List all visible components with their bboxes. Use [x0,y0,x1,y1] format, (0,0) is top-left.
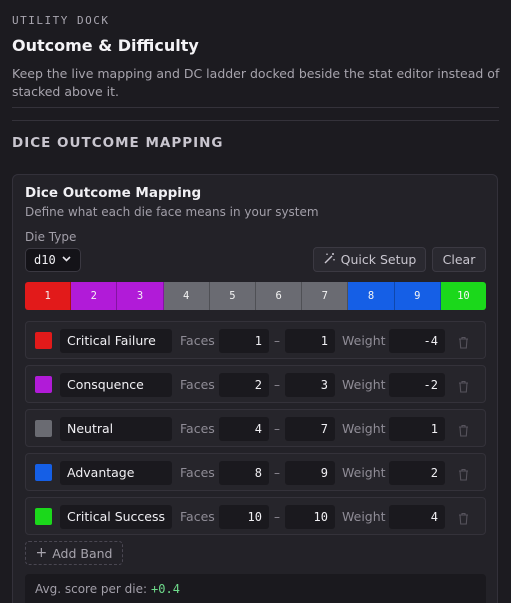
eyebrow-label: UTILITY DOCK [12,14,110,27]
header-divider [12,107,499,108]
range-separator: – [274,422,280,436]
trash-icon[interactable] [458,510,469,529]
outcome-band-row: Advantage Faces 8 – 9 Weight 2 [25,453,486,491]
weight-label: Weight [342,333,386,348]
range-separator: – [274,378,280,392]
band-name-input[interactable]: Advantage [60,461,172,485]
die-face-5[interactable]: 5 [209,282,257,310]
die-face-6[interactable]: 6 [256,282,303,310]
page-title: Outcome & Difficulty [12,36,199,55]
die-faces-strip: 1 2 3 4 5 6 7 8 9 10 [25,282,486,310]
band-color-swatch[interactable] [35,376,52,393]
faces-label: Faces [180,333,215,348]
faces-from-input[interactable]: 4 [219,417,269,441]
chevron-down-icon [62,255,71,265]
add-band-label: Add Band [52,545,113,561]
die-type-value: d10 [34,253,56,267]
quick-setup-button[interactable]: Quick Setup [313,247,426,272]
page-subtitle: Keep the live mapping and DC ladder dock… [12,66,500,99]
faces-label: Faces [180,465,215,480]
plus-icon: + [35,545,48,561]
band-color-swatch[interactable] [35,464,52,481]
trash-icon[interactable] [458,378,469,397]
clear-button[interactable]: Clear [432,247,486,272]
die-face-8[interactable]: 8 [348,282,395,310]
faces-label: Faces [180,421,215,436]
outcome-band-row: Neutral Faces 4 – 7 Weight 1 [25,409,486,447]
faces-from-input[interactable]: 8 [219,461,269,485]
faces-from-input[interactable]: 2 [219,373,269,397]
die-face-4[interactable]: 4 [163,282,210,310]
die-face-9[interactable]: 9 [394,282,441,310]
band-name-input[interactable]: Critical Success [60,505,172,529]
die-face-1[interactable]: 1 [25,282,72,310]
die-face-2[interactable]: 2 [71,282,118,310]
weight-input[interactable]: 2 [389,461,445,485]
range-separator: – [274,334,280,348]
dice-mapping-panel: Dice Outcome Mapping Define what each di… [12,174,498,603]
die-type-select[interactable]: d10 [25,248,81,272]
faces-to-input[interactable]: 1 [285,329,335,353]
trash-icon[interactable] [458,334,469,353]
band-color-swatch[interactable] [35,332,52,349]
faces-to-input[interactable]: 9 [285,461,335,485]
faces-to-input[interactable]: 3 [285,373,335,397]
weight-label: Weight [342,509,386,524]
weight-input[interactable]: 4 [389,505,445,529]
die-face-7[interactable]: 7 [302,282,349,310]
range-separator: – [274,510,280,524]
quick-setup-label: Quick Setup [340,252,417,267]
trash-icon[interactable] [458,422,469,441]
panel-title: Dice Outcome Mapping [25,185,202,201]
faces-from-input[interactable]: 1 [219,329,269,353]
faces-to-input[interactable]: 10 [285,505,335,529]
faces-from-input[interactable]: 10 [219,505,269,529]
avg-score-box: Avg. score per die: +0.4 [25,574,486,603]
faces-label: Faces [180,509,215,524]
outcome-band-row: Critical Success Faces 10 – 10 Weight 4 [25,497,486,535]
magic-wand-icon [323,252,336,268]
avg-score-label: Avg. score per die: [35,582,148,596]
weight-input[interactable]: 1 [389,417,445,441]
band-name-input[interactable]: Consquence [60,373,172,397]
weight-input[interactable]: -2 [389,373,445,397]
band-name-input[interactable]: Neutral [60,417,172,441]
avg-score-value: +0.4 [151,582,180,596]
band-color-swatch[interactable] [35,508,52,525]
outcome-band-row: Critical Failure Faces 1 – 1 Weight -4 [25,321,486,359]
band-color-swatch[interactable] [35,420,52,437]
section-divider [12,120,499,121]
faces-label: Faces [180,377,215,392]
panel-subtitle: Define what each die face means in your … [25,205,319,219]
range-separator: – [274,466,280,480]
weight-label: Weight [342,421,386,436]
section-title: DICE OUTCOME MAPPING [12,135,224,151]
weight-input[interactable]: -4 [389,329,445,353]
trash-icon[interactable] [458,466,469,485]
band-name-input[interactable]: Critical Failure [60,329,172,353]
weight-label: Weight [342,465,386,480]
outcome-band-row: Consquence Faces 2 – 3 Weight -2 [25,365,486,403]
weight-label: Weight [342,377,386,392]
add-band-button[interactable]: + Add Band [25,541,123,565]
die-face-3[interactable]: 3 [117,282,164,310]
die-face-10[interactable]: 10 [440,282,486,310]
faces-to-input[interactable]: 7 [285,417,335,441]
die-type-label: Die Type [25,230,77,244]
